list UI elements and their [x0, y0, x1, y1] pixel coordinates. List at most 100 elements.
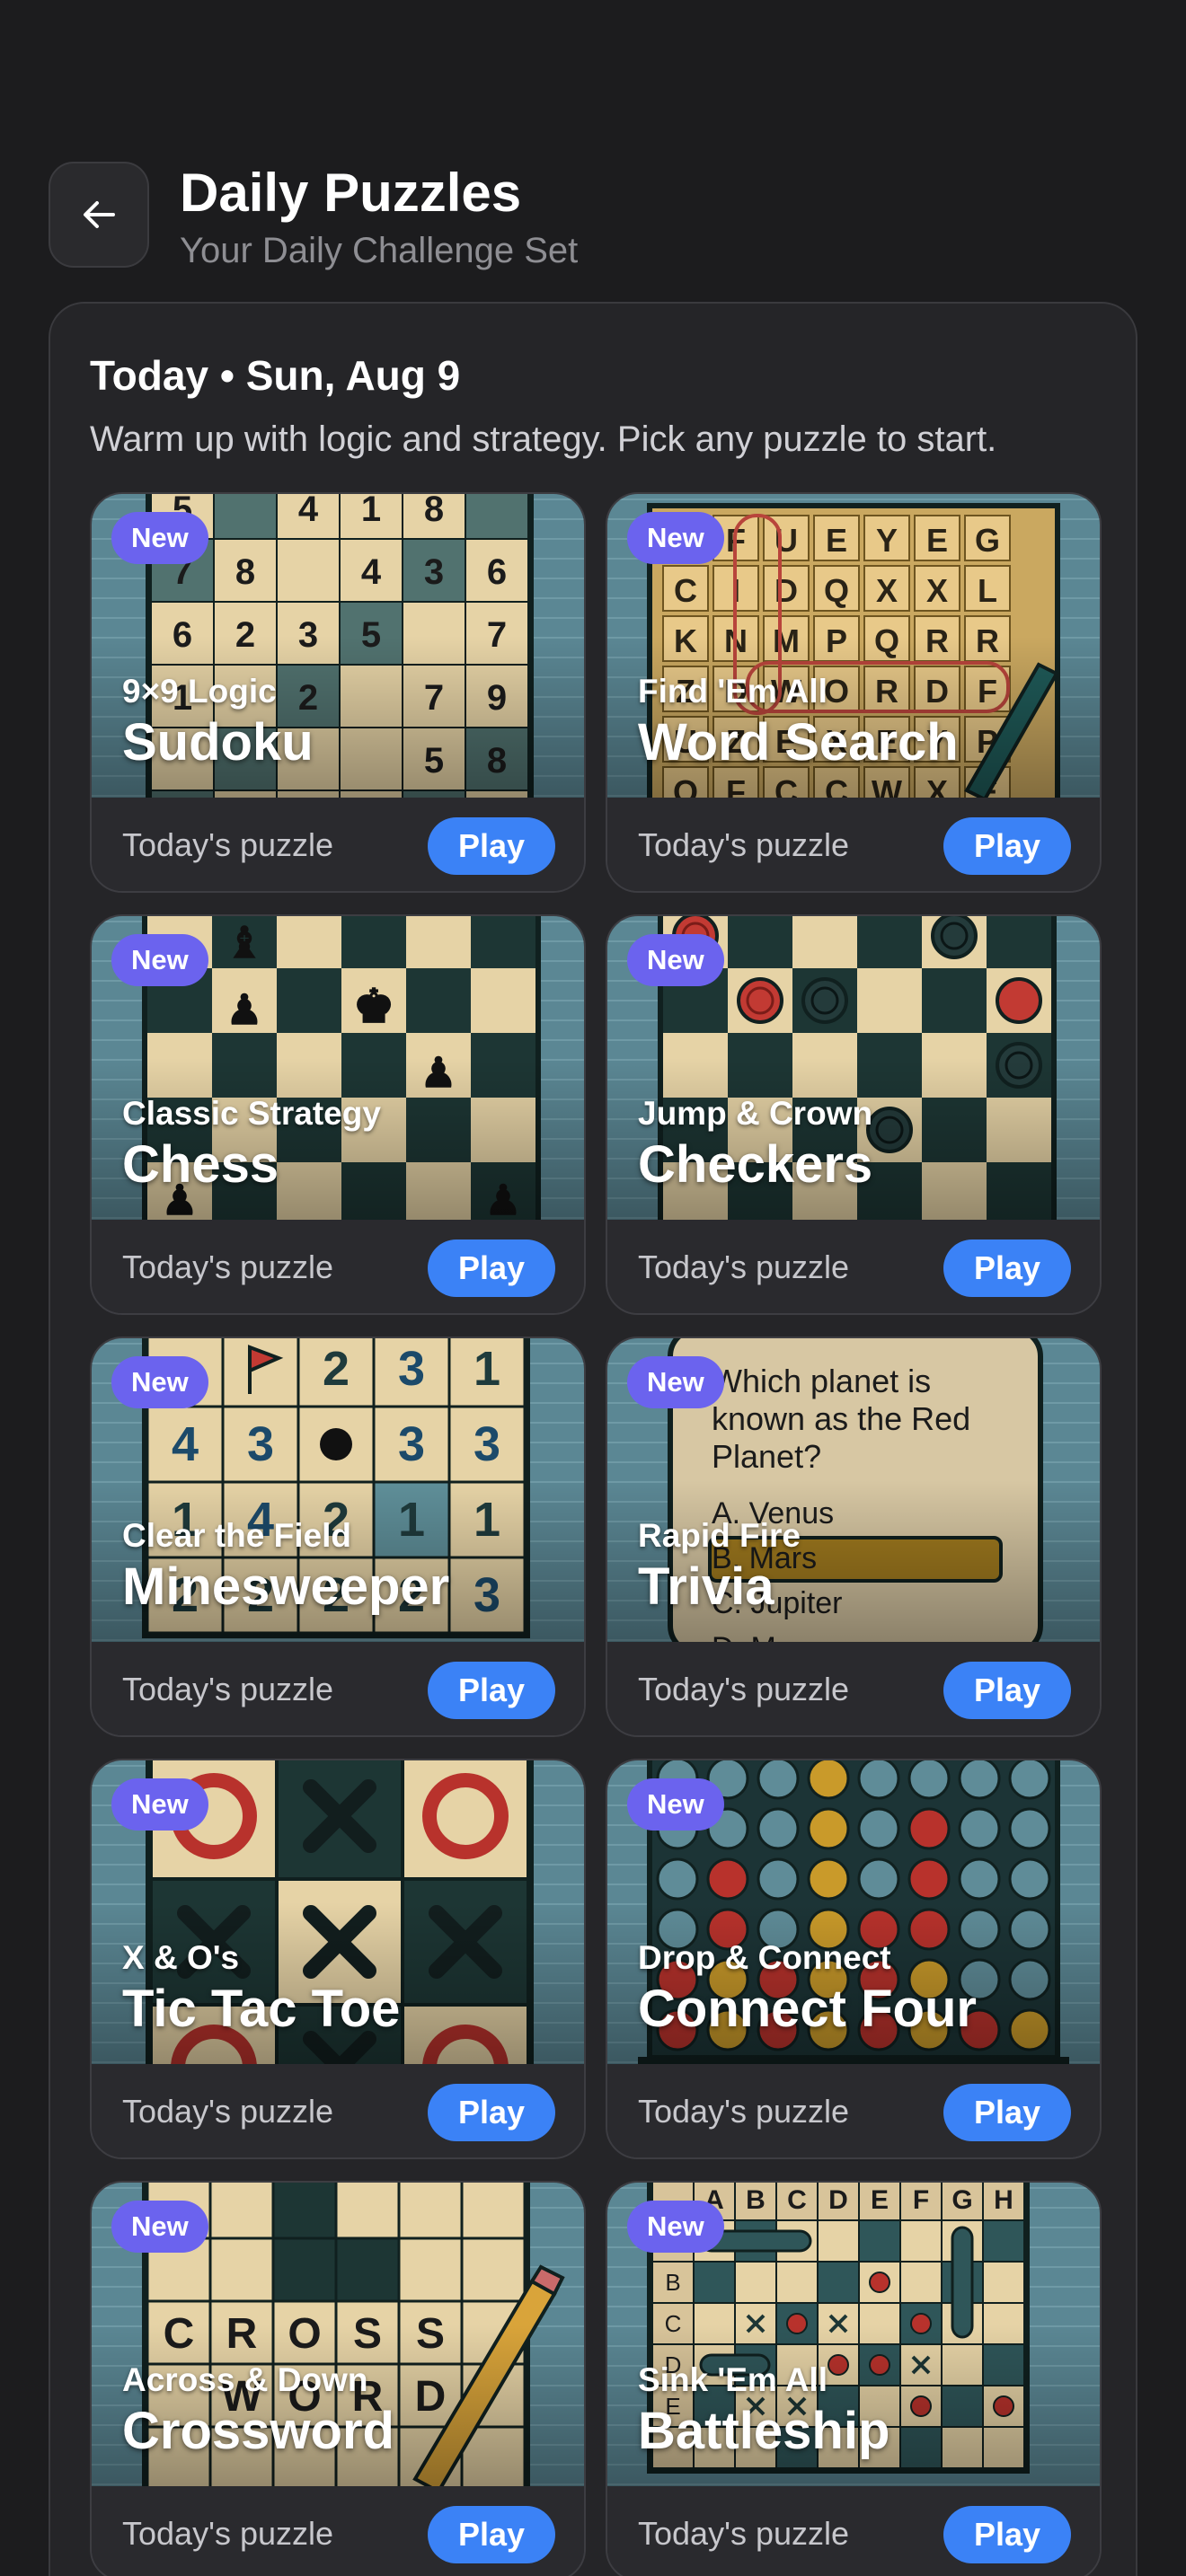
svg-text:known as the Red: known as the Red [712, 1400, 970, 1437]
new-badge: New [111, 1778, 208, 1831]
svg-text:D: D [828, 2185, 848, 2215]
svg-text:F: F [913, 2185, 929, 2215]
puzzle-name: Minesweeper [122, 1557, 450, 1616]
card-footer: Today's puzzle Play [607, 1642, 1100, 1735]
svg-text:1: 1 [361, 494, 381, 529]
svg-text:B: B [746, 2185, 766, 2215]
puzzle-card-trivia[interactable]: Which planet isknown as the RedPlanet?A.… [606, 1337, 1102, 1737]
panel-description: Warm up with logic and strategy. Pick an… [90, 419, 997, 459]
page-title: Daily Puzzles [180, 163, 522, 223]
svg-text:4: 4 [298, 494, 319, 529]
puzzle-card-crossword[interactable]: CROSSWORD New Across & Down Crossword To… [90, 2181, 586, 2576]
svg-text:E: E [826, 522, 847, 559]
puzzle-name: Trivia [638, 1557, 774, 1616]
card-footer: Today's puzzle Play [92, 1642, 584, 1735]
puzzle-name: Chess [122, 1135, 279, 1194]
svg-text:Planet?: Planet? [712, 1438, 821, 1475]
todays-puzzle-label: Today's puzzle [122, 2093, 334, 2130]
todays-puzzle-label: Today's puzzle [638, 826, 850, 863]
puzzle-name: Crossword [122, 2402, 394, 2460]
puzzle-tagline: Jump & Crown [638, 1095, 873, 1132]
svg-text:6: 6 [487, 552, 507, 592]
card-footer: Today's puzzle Play [92, 2064, 584, 2157]
todays-puzzle-label: Today's puzzle [638, 1248, 850, 1285]
puzzle-tagline: Classic Strategy [122, 1095, 381, 1132]
todays-puzzle-label: Today's puzzle [638, 2093, 850, 2130]
puzzle-name: Checkers [638, 1135, 873, 1194]
puzzle-tagline: 9×9 Logic [122, 673, 277, 710]
svg-text:2: 2 [323, 1342, 350, 1396]
svg-text:L: L [978, 572, 997, 609]
puzzle-tagline: Across & Down [122, 2361, 368, 2398]
new-badge: New [627, 934, 724, 986]
todays-puzzle-label: Today's puzzle [638, 1671, 850, 1707]
svg-text:D: D [774, 572, 798, 609]
todays-puzzle-label: Today's puzzle [122, 1671, 334, 1707]
svg-text:G: G [951, 2185, 972, 2215]
new-badge: New [627, 1356, 724, 1408]
svg-text:3: 3 [398, 1342, 425, 1396]
svg-text:1: 1 [474, 1342, 500, 1396]
svg-text:X: X [876, 572, 898, 609]
new-badge: New [111, 934, 208, 986]
back-button[interactable] [49, 162, 149, 268]
svg-text:C: C [787, 2185, 807, 2215]
puzzle-card-sudoku[interactable]: 541878436623571279585674 New 9×9 Logic S… [90, 492, 586, 893]
play-button[interactable]: Play [943, 1239, 1071, 1297]
puzzle-card-minesweeper[interactable]: 23143331421122223 New Clear the Field Mi… [90, 1337, 586, 1737]
new-badge: New [627, 512, 724, 564]
new-badge: New [627, 2201, 724, 2253]
card-footer: Today's puzzle Play [607, 798, 1100, 891]
card-footer: Today's puzzle Play [92, 798, 584, 891]
puzzle-tagline: Find 'Em All [638, 673, 828, 710]
svg-text:4: 4 [361, 552, 382, 592]
play-button[interactable]: Play [943, 1662, 1071, 1719]
puzzle-card-connect-four[interactable]: New Drop & Connect Connect Four Today's … [606, 1759, 1102, 2159]
svg-text:H: H [994, 2185, 1013, 2215]
puzzle-tagline: X & O's [122, 1939, 240, 1976]
puzzle-tagline: Sink 'Em All [638, 2361, 828, 2398]
play-button[interactable]: Play [428, 1239, 555, 1297]
play-button[interactable]: Play [943, 817, 1071, 875]
svg-text:3: 3 [424, 552, 444, 592]
puzzle-card-tic-tac-toe[interactable]: New X & O's Tic Tac Toe Today's puzzle P… [90, 1759, 586, 2159]
puzzle-tagline: Clear the Field [122, 1517, 351, 1554]
puzzle-name: Battleship [638, 2402, 890, 2460]
page-subtitle: Your Daily Challenge Set [180, 231, 579, 270]
puzzle-tagline: Rapid Fire [638, 1517, 801, 1554]
svg-text:♚: ♚ [353, 981, 395, 1033]
puzzle-card-chess[interactable]: ♝♟♚♟♟♟ New Classic Strategy Chess Today'… [90, 914, 586, 1315]
puzzle-card-word-search[interactable]: JFUEYEGCIDQXXLKNMPQRRZDWORDFUZEXEYPQFCCW… [606, 492, 1102, 893]
svg-text:8: 8 [424, 494, 444, 529]
date-heading: Today • Sun, Aug 9 [90, 352, 461, 399]
svg-text:4: 4 [172, 1417, 199, 1471]
svg-text:Y: Y [876, 522, 898, 559]
svg-text:Q: Q [824, 572, 849, 609]
svg-text:E: E [871, 2185, 889, 2215]
svg-text:G: G [975, 522, 1000, 559]
new-badge: New [111, 2201, 208, 2253]
svg-text:Which planet is: Which planet is [712, 1363, 931, 1399]
puzzle-name: Word Search [638, 713, 959, 772]
svg-text:E: E [926, 522, 948, 559]
play-button[interactable]: Play [428, 1662, 555, 1719]
puzzle-card-checkers[interactable]: New Jump & Crown Checkers Today's puzzle… [606, 914, 1102, 1315]
todays-puzzle-label: Today's puzzle [638, 2515, 850, 2552]
puzzle-name: Sudoku [122, 713, 314, 772]
svg-text:B: B [665, 2269, 680, 2296]
header: Daily Puzzles Your Daily Challenge Set [49, 162, 1145, 270]
play-button[interactable]: Play [428, 2084, 555, 2141]
play-button[interactable]: Play [428, 2506, 555, 2563]
play-button[interactable]: Play [943, 2084, 1071, 2141]
svg-text:3: 3 [474, 1417, 500, 1471]
puzzle-card-battleship[interactable]: ABCDEFGHBCDE New Sink 'Em All Battleship… [606, 2181, 1102, 2576]
card-footer: Today's puzzle Play [607, 1220, 1100, 1313]
todays-puzzle-label: Today's puzzle [122, 1248, 334, 1285]
card-footer: Today's puzzle Play [92, 1220, 584, 1313]
svg-text:3: 3 [398, 1417, 425, 1471]
daily-panel: Today • Sun, Aug 9 Warm up with logic an… [49, 302, 1137, 2576]
play-button[interactable]: Play [428, 817, 555, 875]
svg-text:8: 8 [235, 552, 255, 592]
puzzle-tagline: Drop & Connect [638, 1939, 891, 1976]
play-button[interactable]: Play [943, 2506, 1071, 2563]
